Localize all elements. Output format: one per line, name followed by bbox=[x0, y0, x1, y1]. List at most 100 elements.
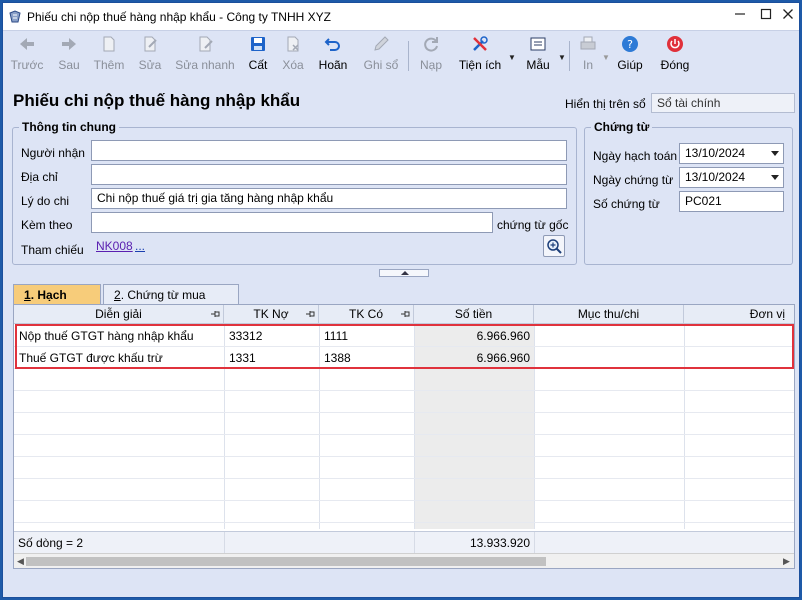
column-header-credit[interactable]: TK Có bbox=[319, 305, 414, 324]
attached-input[interactable] bbox=[91, 212, 493, 233]
edit-button[interactable]: Sửa bbox=[135, 35, 165, 77]
display-on-book-label: Hiển thị trên sổ bbox=[565, 97, 646, 111]
reload-button[interactable]: Nạp bbox=[416, 35, 446, 77]
scrollbar-thumb[interactable] bbox=[26, 557, 546, 566]
tab-accounting[interactable]: 1. Hạch toán bbox=[13, 284, 101, 316]
template-dropdown-icon[interactable]: ▼ bbox=[558, 53, 566, 62]
table-row[interactable] bbox=[14, 391, 794, 413]
delete-document-icon bbox=[287, 36, 299, 52]
refresh-icon bbox=[424, 37, 438, 52]
column-header-revenue-expense[interactable]: Mục thu/chi bbox=[534, 305, 684, 324]
attached-label: Kèm theo bbox=[21, 218, 73, 232]
column-header-amount[interactable]: Số tiền bbox=[414, 305, 534, 324]
quick-edit-button[interactable]: Sửa nhanh bbox=[175, 35, 235, 77]
table-row[interactable] bbox=[14, 501, 794, 523]
help-button[interactable]: ? Giúp bbox=[615, 35, 645, 77]
tools-icon bbox=[473, 36, 488, 51]
recipient-input[interactable] bbox=[91, 140, 567, 161]
template-icon bbox=[530, 37, 546, 51]
printer-icon bbox=[580, 36, 596, 50]
scroll-right-icon[interactable]: ▶ bbox=[783, 556, 790, 567]
reference-link[interactable]: NK008 bbox=[96, 239, 133, 253]
toolbar: Trước Sau Thêm Sửa Sửa nhanh Cất Xóa Hoã… bbox=[3, 31, 799, 79]
save-icon bbox=[251, 37, 265, 51]
page-title: Phiếu chi nộp thuế hàng nhập khẩu bbox=[13, 91, 301, 110]
app-icon bbox=[9, 10, 21, 23]
title-bar: Phiếu chi nộp thuế hàng nhập khẩu - Công… bbox=[3, 3, 799, 31]
pin-icon[interactable] bbox=[306, 310, 315, 318]
previous-button[interactable]: Trước bbox=[7, 35, 47, 77]
recipient-label: Người nhận bbox=[21, 146, 85, 160]
posting-date-input[interactable]: 13/10/2024 bbox=[679, 143, 784, 164]
delete-button[interactable]: Xóa bbox=[278, 35, 308, 77]
reference-label: Tham chiếu bbox=[21, 243, 84, 257]
voucher-date-value: 13/10/2024 bbox=[685, 170, 746, 184]
grid-footer: Số dòng = 2 13.933.920 bbox=[14, 531, 794, 554]
table-row[interactable] bbox=[14, 435, 794, 457]
table-row[interactable] bbox=[14, 457, 794, 479]
reason-input[interactable]: Chi nộp thuế giá trị gia tăng hàng nhập … bbox=[91, 188, 567, 209]
new-document-icon bbox=[103, 36, 115, 52]
add-button[interactable]: Thêm bbox=[91, 35, 127, 77]
table-row[interactable] bbox=[14, 413, 794, 435]
save-button[interactable]: Cất bbox=[243, 35, 273, 77]
close-icon[interactable] bbox=[778, 7, 798, 25]
maximize-icon[interactable] bbox=[756, 7, 776, 25]
collapse-splitter[interactable] bbox=[379, 269, 429, 277]
voucher-legend: Chứng từ bbox=[591, 120, 653, 134]
column-header-unit[interactable]: Đơn vị bbox=[684, 305, 794, 324]
address-label: Địa chỉ bbox=[21, 170, 58, 184]
footer-divider bbox=[224, 532, 225, 554]
template-button[interactable]: Mẫu bbox=[521, 35, 555, 77]
minimize-icon[interactable] bbox=[730, 7, 750, 25]
general-info-legend: Thông tin chung bbox=[19, 120, 119, 134]
address-input[interactable] bbox=[91, 164, 567, 185]
postpone-button[interactable]: Hoãn bbox=[315, 35, 351, 77]
horizontal-scrollbar[interactable]: ◀ ▶ bbox=[14, 553, 794, 568]
reference-more-link[interactable]: ... bbox=[135, 239, 145, 253]
power-icon bbox=[667, 36, 683, 52]
display-on-book-field[interactable]: Sổ tài chính bbox=[651, 93, 795, 113]
next-button[interactable]: Sau bbox=[51, 35, 87, 77]
voucher-date-input[interactable]: 13/10/2024 bbox=[679, 167, 784, 188]
scroll-left-icon[interactable]: ◀ bbox=[17, 556, 24, 567]
voucher-number-label: Số chứng từ bbox=[593, 197, 660, 211]
quick-edit-icon bbox=[199, 36, 213, 52]
table-row[interactable] bbox=[14, 479, 794, 501]
app-window: Phiếu chi nộp thuế hàng nhập khẩu - Công… bbox=[2, 2, 800, 598]
arrow-left-icon bbox=[20, 38, 34, 50]
accounting-grid: Diễn giải TK Nợ TK Có Số tiền Mục thu/ch… bbox=[13, 304, 795, 569]
footer-divider bbox=[414, 532, 415, 554]
posting-date-value: 13/10/2024 bbox=[685, 146, 746, 160]
utilities-button[interactable]: Tiện ích bbox=[456, 35, 504, 77]
column-header-description[interactable]: Diễn giải bbox=[14, 305, 224, 324]
posting-date-label: Ngày hạch toán bbox=[593, 149, 678, 163]
row-count: Số dòng = 2 bbox=[18, 536, 84, 550]
undo-icon bbox=[324, 38, 340, 51]
table-row[interactable] bbox=[14, 369, 794, 391]
pin-icon[interactable] bbox=[211, 310, 220, 318]
zoom-button[interactable] bbox=[543, 235, 565, 257]
help-icon: ? bbox=[622, 36, 638, 52]
utilities-dropdown-icon[interactable]: ▼ bbox=[508, 53, 516, 62]
chevron-down-icon[interactable] bbox=[771, 151, 779, 156]
chevron-down-icon[interactable] bbox=[771, 175, 779, 180]
close-button[interactable]: Đóng bbox=[657, 35, 693, 77]
post-button[interactable]: Ghi sổ bbox=[361, 35, 401, 77]
voucher-date-label: Ngày chứng từ bbox=[593, 173, 674, 187]
tab-purchase-documents[interactable]: 2. Chứng từ mua hàng bbox=[103, 284, 239, 316]
footer-divider bbox=[534, 532, 535, 554]
toolbar-separator bbox=[569, 41, 570, 71]
column-header-debit[interactable]: TK Nợ bbox=[224, 305, 319, 324]
window-title: Phiếu chi nộp thuế hàng nhập khẩu - Công… bbox=[27, 10, 331, 24]
print-button[interactable]: In bbox=[575, 35, 601, 77]
collapse-up-icon bbox=[401, 271, 409, 275]
svg-text:?: ? bbox=[627, 38, 633, 51]
voucher-number-input[interactable]: PC021 bbox=[679, 191, 784, 212]
print-dropdown-icon[interactable]: ▼ bbox=[602, 53, 610, 62]
toolbar-separator bbox=[408, 41, 409, 71]
pencil-icon bbox=[374, 36, 389, 51]
edit-document-icon bbox=[144, 36, 157, 52]
pin-icon[interactable] bbox=[401, 310, 410, 318]
highlight-box bbox=[15, 324, 794, 369]
